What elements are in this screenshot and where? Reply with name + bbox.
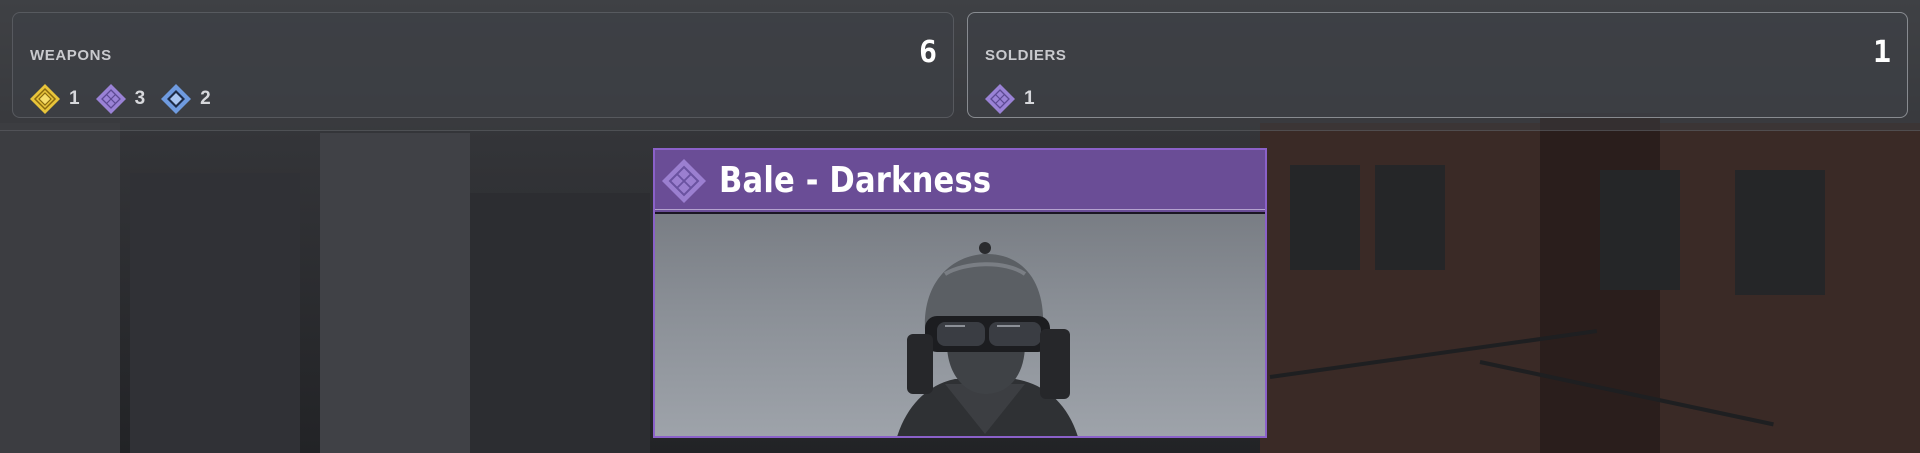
- weapons-badge-gold: 1: [28, 82, 80, 116]
- background-window: [1600, 170, 1680, 290]
- background-window: [1290, 165, 1360, 270]
- soldier-portrait: [897, 242, 1078, 436]
- soldiers-panel-title: SOLDIERS: [985, 47, 1067, 64]
- weapons-badge-gold-count: 1: [69, 88, 80, 109]
- reward-card[interactable]: Bale - Darkness: [653, 148, 1267, 438]
- soldiers-panel: SOLDIERS 1 1: [967, 12, 1908, 118]
- soldiers-badge-purple: 1: [983, 82, 1035, 116]
- background-window: [1375, 165, 1445, 270]
- rarity-gold-icon: [28, 82, 62, 116]
- card-header-divider: [655, 209, 1265, 210]
- background-window: [1735, 170, 1825, 295]
- weapons-panel-title: WEAPONS: [30, 47, 112, 64]
- background-building: [130, 173, 300, 453]
- weapons-rarity-badges: 1 3 2: [28, 82, 225, 116]
- rarity-blue-icon: [159, 82, 193, 116]
- weapons-panel: WEAPONS 6 1 3 2: [12, 12, 954, 118]
- soldiers-rarity-badges: 1: [983, 82, 1049, 116]
- rarity-purple-icon: [983, 82, 1017, 116]
- summary-bar: WEAPONS 6 1 3 2 SOLDIERS 1 1: [0, 0, 1920, 131]
- rarity-purple-icon: [659, 156, 709, 206]
- soldiers-badge-purple-count: 1: [1024, 88, 1035, 109]
- background-building: [470, 193, 650, 453]
- weapons-badge-purple: 3: [94, 82, 146, 116]
- weapons-badge-purple-count: 3: [134, 88, 146, 109]
- reward-card-title: Bale - Darkness: [719, 160, 992, 201]
- soldiers-total-count: 1: [1872, 35, 1891, 70]
- weapons-badge-blue: 2: [159, 82, 211, 116]
- background-building: [0, 123, 120, 453]
- background-building: [320, 133, 470, 453]
- rarity-purple-icon: [94, 82, 128, 116]
- reward-card-header: Bale - Darkness: [655, 150, 1265, 214]
- weapons-badge-blue-count: 2: [200, 88, 211, 109]
- weapons-total-count: 6: [918, 35, 937, 70]
